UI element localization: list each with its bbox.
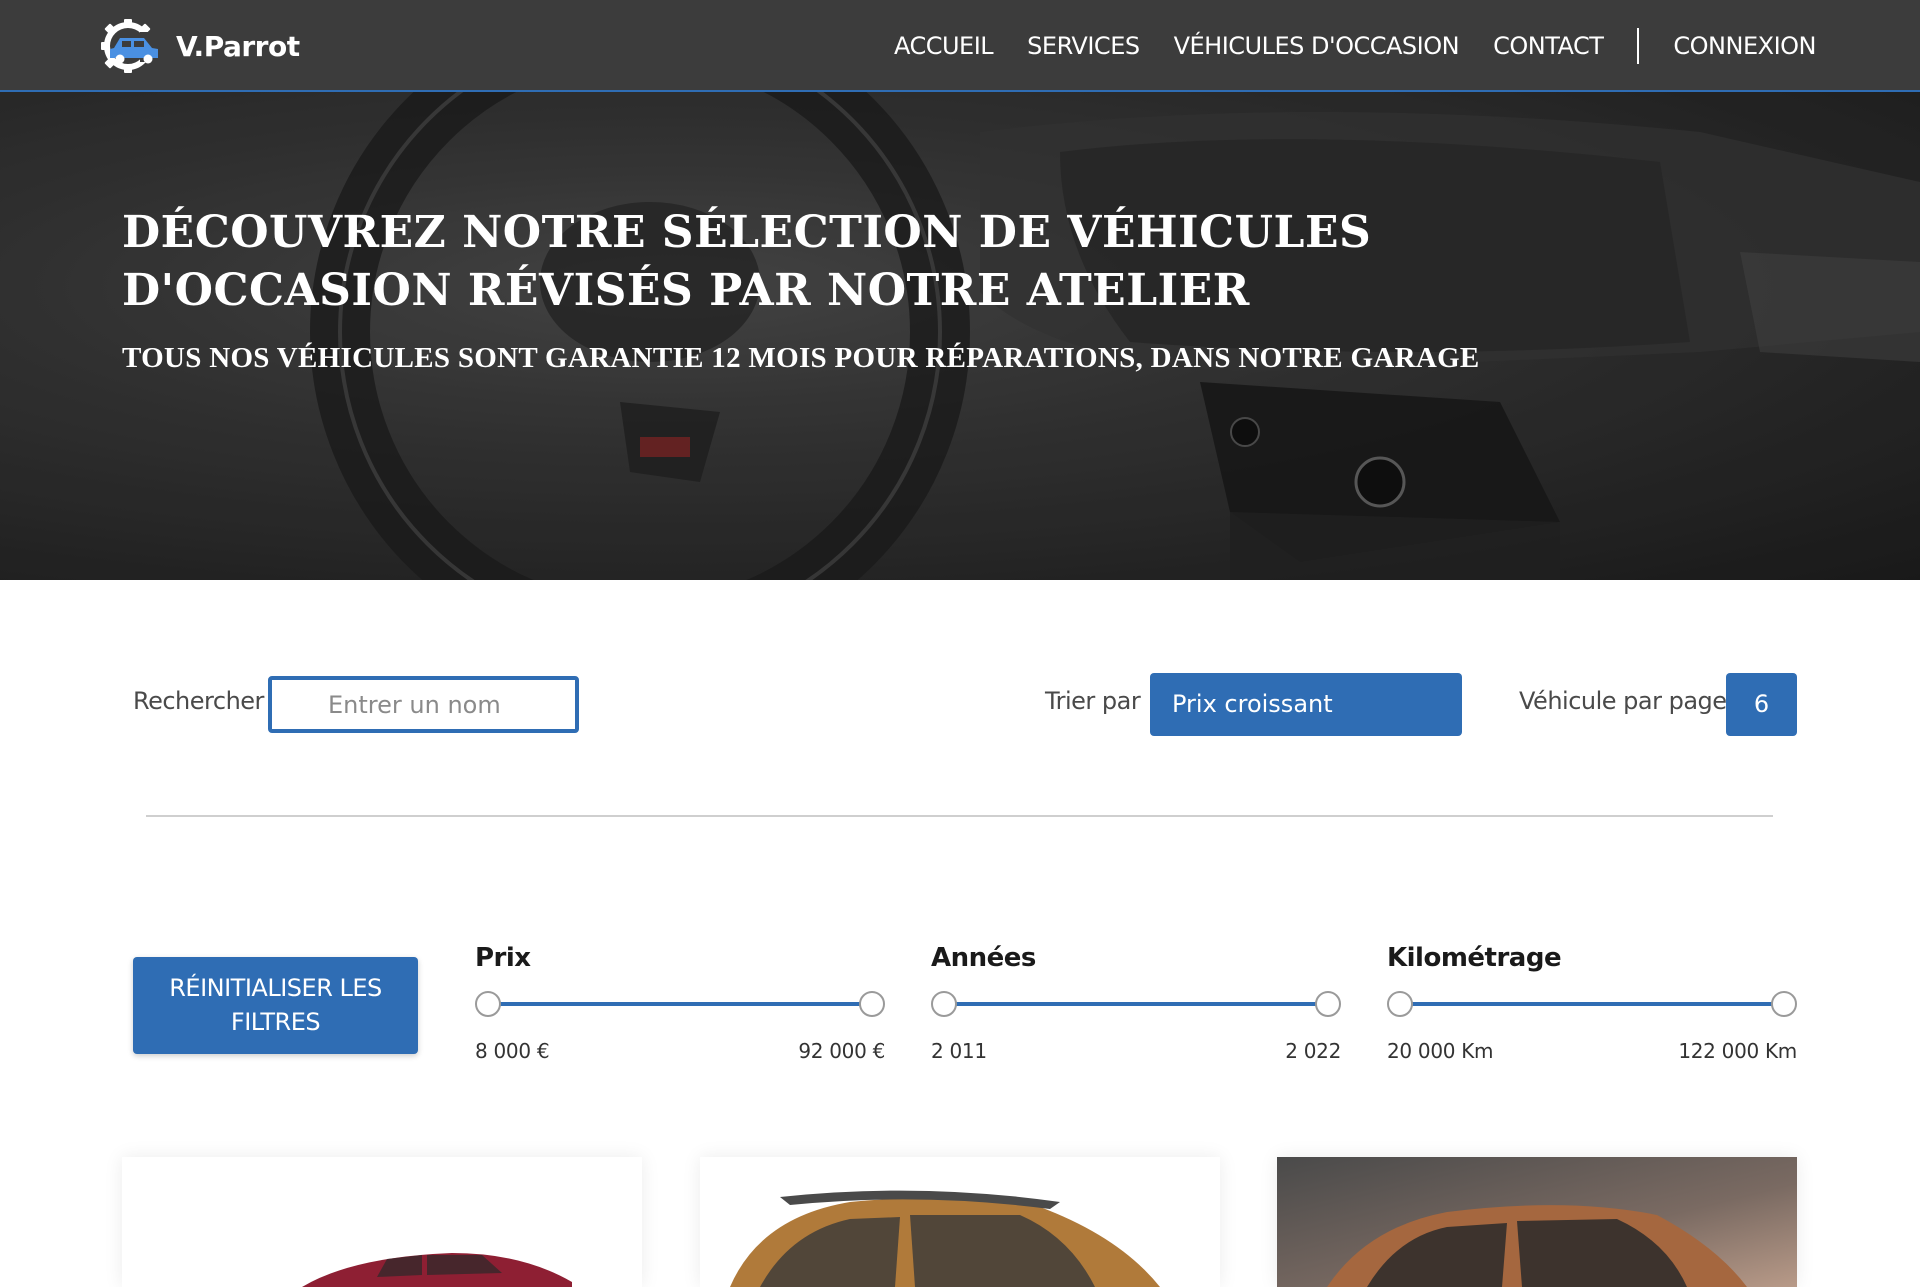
vehicle-card[interactable] (1277, 1157, 1797, 1287)
logo[interactable]: V.Parrot (100, 18, 300, 74)
hero-background-image (0, 92, 1920, 580)
main-nav: ACCUEIL SERVICES VÉHICULES D'OCCASION CO… (860, 28, 1816, 64)
mileage-min-value: 20 000 Km (1387, 1039, 1494, 1063)
nav-accueil[interactable]: ACCUEIL (894, 32, 994, 60)
years-min-handle[interactable] (931, 991, 957, 1017)
hero-title-line-2: D'OCCASION RÉVISÉS PAR NOTRE ATELIER (122, 265, 1250, 316)
nav-services[interactable]: SERVICES (1027, 32, 1140, 60)
price-min-value: 8 000 € (475, 1039, 550, 1063)
nav-contact[interactable]: CONTACT (1493, 32, 1604, 60)
reset-label-line-2: FILTRES (230, 1008, 321, 1036)
search-input[interactable] (268, 676, 579, 733)
hero-title-line-1: DÉCOUVREZ NOTRE SÉLECTION DE VÉHICULES (122, 207, 1372, 258)
nav-connexion[interactable]: CONNEXION (1673, 32, 1816, 60)
reset-label-line-1: RÉINITIALISER LES (169, 974, 382, 1002)
perpage-label: Véhicule par page (1519, 687, 1727, 715)
hero-title: DÉCOUVREZ NOTRE SÉLECTION DE VÉHICULES D… (122, 204, 1422, 320)
site-header: V.Parrot ACCUEIL SERVICES VÉHICULES D'OC… (0, 0, 1920, 92)
section-divider (146, 815, 1773, 817)
price-range-title: Prix (475, 943, 531, 973)
sort-select[interactable]: Prix croissant (1150, 673, 1462, 736)
price-range-track (488, 1002, 872, 1006)
hero-subtitle: TOUS NOS VÉHICULES SONT GARANTIE 12 MOIS… (122, 342, 1480, 374)
price-max-handle[interactable] (859, 991, 885, 1017)
vehicle-card[interactable] (700, 1157, 1220, 1287)
hero-banner: DÉCOUVREZ NOTRE SÉLECTION DE VÉHICULES D… (0, 92, 1920, 580)
years-range-title: Années (931, 943, 1036, 973)
brand-name: V.Parrot (176, 29, 300, 63)
sort-label: Trier par (1045, 687, 1141, 715)
mileage-min-handle[interactable] (1387, 991, 1413, 1017)
mileage-range-track (1400, 1002, 1784, 1006)
vehicle-image (122, 1157, 642, 1287)
reset-filters-button[interactable]: RÉINITIALISER LES FILTRES (133, 957, 418, 1054)
years-min-value: 2 011 (931, 1039, 987, 1063)
vehicle-image (700, 1157, 1220, 1287)
years-range-track (944, 1002, 1328, 1006)
years-max-handle[interactable] (1315, 991, 1341, 1017)
perpage-select[interactable]: 6 (1726, 673, 1797, 736)
price-max-value: 92 000 € (798, 1039, 885, 1063)
nav-separator (1637, 28, 1640, 64)
price-min-handle[interactable] (475, 991, 501, 1017)
years-max-value: 2 022 (1285, 1039, 1341, 1063)
mileage-max-value: 122 000 Km (1678, 1039, 1797, 1063)
mileage-max-handle[interactable] (1771, 991, 1797, 1017)
vehicle-image (1277, 1157, 1797, 1287)
nav-vehicules-occasion[interactable]: VÉHICULES D'OCCASION (1174, 32, 1460, 60)
vehicle-card[interactable] (122, 1157, 642, 1287)
search-label: Rechercher (133, 687, 264, 715)
mileage-range-title: Kilométrage (1387, 943, 1562, 973)
gear-car-icon (100, 18, 166, 74)
